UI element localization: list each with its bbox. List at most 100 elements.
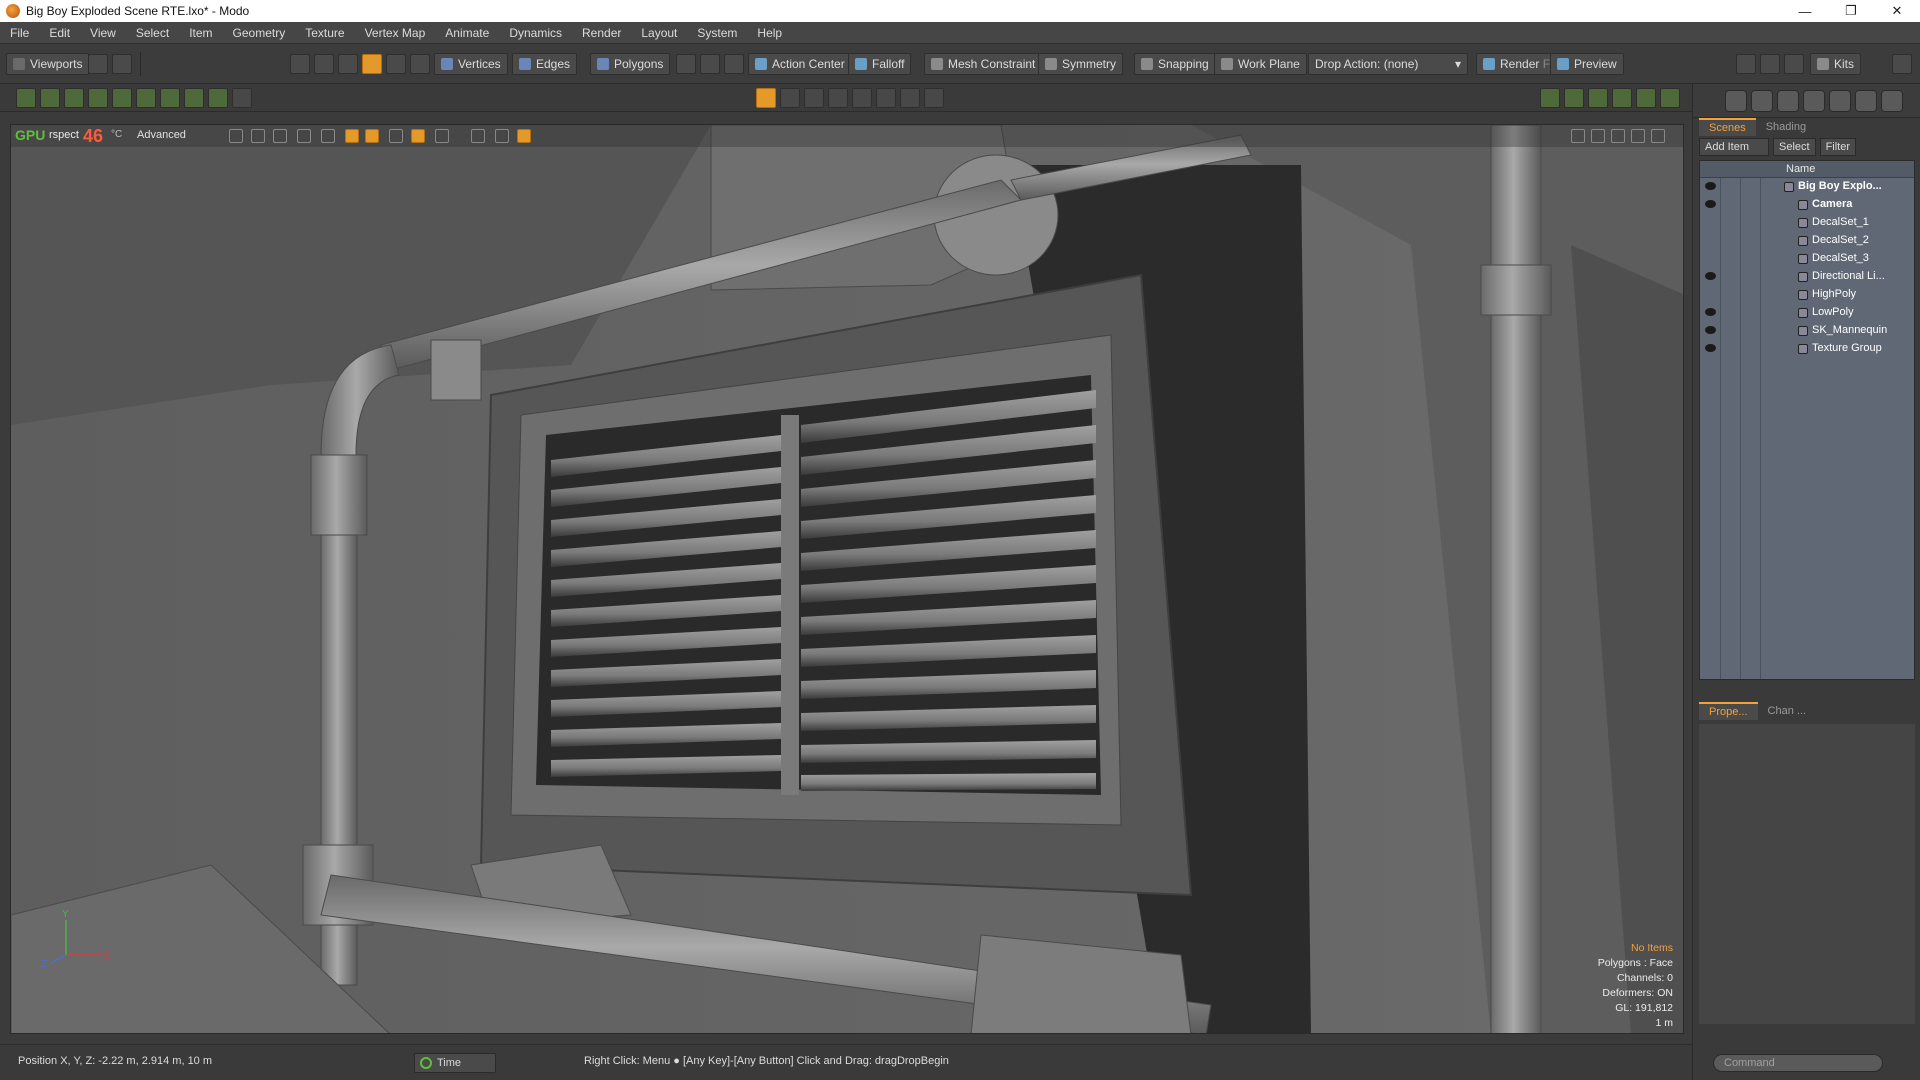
wireframe-icon[interactable] [229, 129, 243, 143]
scene-item[interactable]: LowPoly [1700, 304, 1914, 322]
kit-icon-5[interactable] [1829, 90, 1851, 112]
overlay-icon[interactable] [495, 129, 509, 143]
ambient-occlusion-icon[interactable] [365, 129, 379, 143]
layers-icon[interactable] [1564, 88, 1584, 108]
restore-button[interactable]: ❐ [1828, 0, 1874, 22]
scene-item[interactable]: DecalSet_1 [1700, 214, 1914, 232]
select-button[interactable]: Select [1773, 138, 1816, 156]
menu-item[interactable]: Item [179, 22, 222, 44]
kits-button[interactable]: Kits [1810, 53, 1862, 75]
add-icon[interactable] [208, 88, 228, 108]
viewport-name[interactable]: rspect [49, 129, 79, 141]
tab-scenes[interactable]: Scenes [1699, 118, 1756, 136]
panel-toggle-icon[interactable] [1760, 54, 1780, 74]
select-tool-icon[interactable] [290, 54, 310, 74]
tab-properties[interactable]: Prope... [1699, 702, 1758, 720]
items-icon[interactable] [676, 54, 696, 74]
polygons-button[interactable]: Polygons [590, 53, 671, 75]
kit-icon-4[interactable] [1803, 90, 1825, 112]
scene-item[interactable]: Camera [1700, 196, 1914, 214]
menu-geometry[interactable]: Geometry [223, 22, 296, 44]
camera-icon[interactable] [876, 88, 896, 108]
backdrop-icon[interactable] [517, 129, 531, 143]
kit-icon-1[interactable] [1725, 90, 1747, 112]
visibility-eye-icon[interactable] [1705, 344, 1716, 352]
scene-item[interactable]: SK_Mannequin [1700, 322, 1914, 340]
cube-primitive-icon[interactable] [16, 88, 36, 108]
menu-dynamics[interactable]: Dynamics [499, 22, 572, 44]
mesh-constraint-button[interactable]: Mesh Constraint [924, 53, 1043, 75]
component-dropdown-icon[interactable] [700, 54, 720, 74]
viewports-button[interactable]: Viewports [6, 53, 90, 75]
falloff-button[interactable]: Falloff [848, 53, 912, 75]
lighting-icon[interactable] [321, 129, 335, 143]
node-graph-icon[interactable] [1636, 88, 1656, 108]
menu-view[interactable]: View [80, 22, 126, 44]
scene-item[interactable]: Directional Li... [1700, 268, 1914, 286]
preview-button[interactable]: Preview [1550, 53, 1624, 75]
shaded-mode-icon[interactable] [756, 88, 776, 108]
texture-icon[interactable] [297, 129, 311, 143]
add-item-button[interactable]: Add Item [1699, 138, 1769, 156]
minimize-button[interactable]: — [1782, 0, 1828, 22]
work-plane-button[interactable]: Work Plane [1214, 53, 1307, 75]
close-button[interactable]: ✕ [1874, 0, 1920, 22]
maximize-viewport-icon[interactable] [1631, 129, 1645, 143]
menu-edit[interactable]: Edit [39, 22, 80, 44]
materials-mode-icon[interactable] [410, 54, 430, 74]
kit-icon-6[interactable] [1855, 90, 1877, 112]
scene-item[interactable]: DecalSet_3 [1700, 250, 1914, 268]
zoom-view-icon[interactable] [1611, 129, 1625, 143]
safe-area-icon[interactable] [471, 129, 485, 143]
preferences-icon[interactable] [112, 54, 132, 74]
solid-icon[interactable] [273, 129, 287, 143]
edges-button[interactable]: Edges [512, 53, 578, 75]
select-through-icon[interactable] [314, 54, 334, 74]
reflection-icon[interactable] [411, 129, 425, 143]
filter-button[interactable]: Filter [1819, 138, 1857, 156]
scene-item[interactable]: HighPoly [1700, 286, 1914, 304]
menu-file[interactable]: File [0, 22, 39, 44]
transparency-icon[interactable] [389, 129, 403, 143]
uv-icon[interactable] [804, 88, 824, 108]
kit-icon-3[interactable] [1777, 90, 1799, 112]
name-column-header[interactable]: Name [1786, 163, 1815, 175]
scene-item[interactable]: DecalSet_2 [1700, 232, 1914, 250]
pen-icon[interactable] [64, 88, 84, 108]
curve-icon[interactable] [112, 88, 132, 108]
dof-icon[interactable] [435, 129, 449, 143]
shading-mode-dropdown[interactable]: Advanced [137, 129, 186, 141]
visibility-eye-icon[interactable] [1705, 326, 1716, 334]
vertices-button[interactable]: Vertices [434, 53, 508, 75]
kit-icon-7[interactable] [1881, 90, 1903, 112]
3d-viewport[interactable]: X Y Z GPU rspect 46 °C Advanced No Items… [10, 124, 1684, 1034]
scene-item[interactable]: Big Boy Explo... [1700, 178, 1914, 196]
right-panel-toggle-icon[interactable] [1892, 54, 1912, 74]
menu-animate[interactable]: Animate [435, 22, 499, 44]
fit-icon[interactable] [184, 88, 204, 108]
menu-help[interactable]: Help [747, 22, 792, 44]
image-icon[interactable] [1612, 88, 1632, 108]
kit-icon-2[interactable] [1751, 90, 1773, 112]
transform-icon[interactable] [40, 88, 60, 108]
menu-select[interactable]: Select [126, 22, 179, 44]
zoom-icon[interactable] [232, 88, 252, 108]
menu-render[interactable]: Render [572, 22, 631, 44]
auto-select-icon[interactable] [362, 54, 382, 74]
schematic-icon[interactable] [1588, 88, 1608, 108]
symmetry-button[interactable]: Symmetry [1038, 53, 1123, 75]
layout-toggle-icon[interactable] [88, 54, 108, 74]
time-button[interactable]: Time [414, 1053, 496, 1073]
tab-shading[interactable]: Shading [1755, 118, 1817, 136]
grid-icon[interactable] [251, 129, 265, 143]
scale-icon[interactable] [160, 88, 180, 108]
frame-icon[interactable] [900, 88, 920, 108]
menu-system[interactable]: System [687, 22, 747, 44]
scene-item[interactable]: Texture Group [1700, 340, 1914, 358]
drop-action-select[interactable]: Drop Action: (none) ▾ [1308, 53, 1468, 75]
camera-primitive-icon[interactable] [88, 88, 108, 108]
topology-icon[interactable] [724, 54, 744, 74]
list-view-icon[interactable] [1540, 88, 1560, 108]
visibility-eye-icon[interactable] [1705, 272, 1716, 280]
add-viewport-icon[interactable] [924, 88, 944, 108]
